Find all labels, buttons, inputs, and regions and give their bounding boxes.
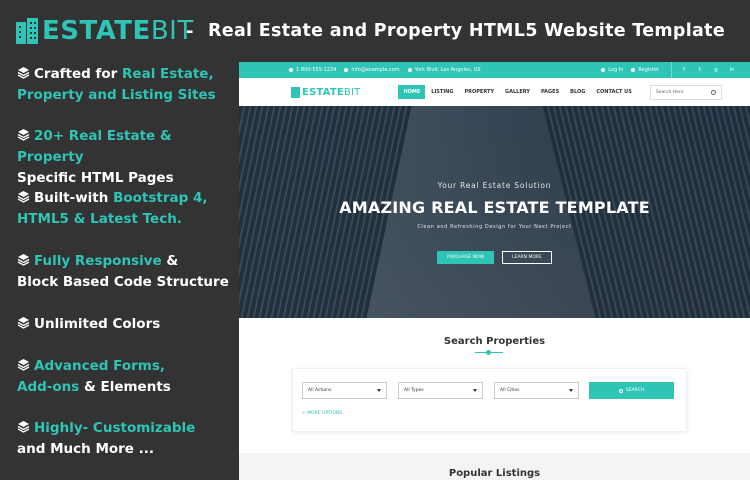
nav-item-property[interactable]: PROPERTY [459, 85, 499, 99]
layers-icon [17, 315, 30, 329]
layers-icon [17, 357, 30, 371]
feature-item: Advanced Forms, Add-ons & Elements [17, 356, 237, 398]
search-button[interactable]: SEARCH [589, 382, 674, 399]
nav-menu: HOME LISTING PROPERTY GALLERY PAGES BLOG CONTA… [398, 85, 637, 99]
hero-subtitle: Your Real Estate Solution [437, 181, 552, 190]
layers-icon [17, 65, 30, 79]
hero-banner: Your Real Estate Solution AMAZING REAL E… [239, 106, 750, 318]
email-item[interactable]: info@example.com [344, 67, 400, 73]
popular-listings-title: Popular Listings [448, 468, 541, 479]
twitter-icon[interactable]: t [692, 67, 708, 73]
feature-item: Fully Responsive & Block Based Code Struc… [17, 251, 237, 293]
search-section: Search Properties All Actions All Types … [239, 318, 750, 453]
feature-item: Built-with Bootstrap 4, HTML5 & Latest Te… [17, 188, 237, 230]
feature-text: Specific HTML Pages [17, 170, 174, 186]
nav-item-pages[interactable]: PAGES [536, 85, 564, 99]
feature-text: and Much More ... [17, 441, 155, 457]
layers-icon [17, 189, 30, 203]
layers-icon [17, 419, 30, 433]
feature-text: Block Based Code Structure [17, 274, 229, 290]
feature-text: Advanced Forms, [34, 358, 165, 374]
purchase-button[interactable]: PURCHASE NOW [437, 251, 495, 264]
nav-item-contact-us[interactable]: CONTACT US [591, 85, 636, 99]
chevron-down-icon [473, 389, 477, 392]
actions-select[interactable]: All Actions [302, 382, 387, 399]
popular-listings-section: Popular Listings [239, 453, 750, 480]
cities-select[interactable]: All Cities [494, 382, 579, 399]
website-preview: 1-800-555-1234 info@example.com York Blv… [239, 62, 750, 480]
search-input[interactable]: Search Here [649, 84, 722, 100]
feature-text: Built-with [34, 190, 114, 206]
learn-more-button[interactable]: LEARN MORE [502, 251, 552, 264]
search-icon [618, 388, 623, 393]
main-navbar: ESTATEBIT HOME LISTING PROPERTY GALLERY PAGE… [239, 78, 750, 106]
feature-text: Fully Responsive [34, 253, 162, 269]
feature-text: 20+ Real Estate & Property [17, 128, 172, 165]
google-icon[interactable]: g [708, 67, 724, 73]
location-icon [407, 68, 412, 72]
feature-text: Bootstrap 4, [113, 190, 208, 206]
nav-item-home[interactable]: HOME [398, 85, 426, 99]
more-options-link[interactable]: + MORE OPTIONS [302, 411, 342, 416]
search-icon[interactable] [710, 89, 716, 95]
building-icon [16, 18, 38, 44]
nav-item-gallery[interactable]: GALLERY [500, 85, 535, 99]
register-link[interactable]: Register [631, 67, 659, 73]
layers-icon [17, 252, 30, 266]
address-item: York Blvd, Los Angeles, US [407, 67, 481, 73]
nav-item-blog[interactable]: BLOG [565, 85, 590, 99]
feature-item: Unlimited Colors [17, 314, 237, 335]
feature-text: Unlimited Colors [34, 316, 161, 332]
building-icon [291, 86, 300, 98]
brand-name: ESTATEBIT [42, 16, 194, 46]
layers-icon [17, 127, 30, 141]
chevron-down-icon [569, 389, 573, 392]
hero-tagline: Clean and Refreshing Design for Your Nex… [417, 224, 572, 230]
header-banner: ESTATEBIT - Real Estate and Property HTM… [0, 0, 750, 62]
hero-title: AMAZING REAL ESTATE TEMPLATE [339, 198, 650, 217]
feature-text: & [161, 253, 179, 269]
chevron-down-icon [377, 389, 381, 392]
feature-text: Highly- Customizable [34, 420, 196, 436]
feature-text: Crafted for [34, 66, 123, 82]
feature-text: Add-ons [17, 379, 80, 395]
facebook-icon[interactable]: f [676, 67, 692, 73]
phone-icon [289, 68, 293, 72]
feature-item: Crafted for Real Estate, Property and Lis… [17, 64, 237, 106]
top-contact-bar: 1-800-555-1234 info@example.com York Blv… [239, 62, 750, 78]
banner-title: Real Estate and Property HTML5 Website T… [208, 21, 725, 41]
search-form: All Actions All Types All Cities SEARCH … [292, 368, 687, 432]
feature-text: HTML5 & Latest Tech. [17, 211, 182, 227]
feature-text: & Elements [79, 379, 171, 395]
phone-item[interactable]: 1-800-555-1234 [289, 67, 336, 73]
feature-item: Highly- Customizable and Much More ... [17, 418, 237, 460]
mail-icon [344, 68, 349, 72]
feature-text: Real Estate, [122, 66, 214, 82]
types-select[interactable]: All Types [398, 382, 483, 399]
search-section-title: Search Properties [443, 336, 546, 347]
nav-item-listing[interactable]: LISTING [426, 85, 458, 99]
user-icon [631, 68, 636, 72]
feature-text: Property and Listing Sites [17, 87, 216, 103]
nav-logo[interactable]: ESTATEBIT [291, 86, 360, 98]
lock-icon [601, 68, 606, 72]
brand-logo: ESTATEBIT [16, 16, 194, 46]
banner-separator: - [186, 21, 194, 42]
feature-item: 20+ Real Estate & Property Specific HTML … [17, 126, 237, 189]
linkedin-icon[interactable]: in [724, 67, 740, 73]
login-link[interactable]: Log In [601, 67, 623, 73]
